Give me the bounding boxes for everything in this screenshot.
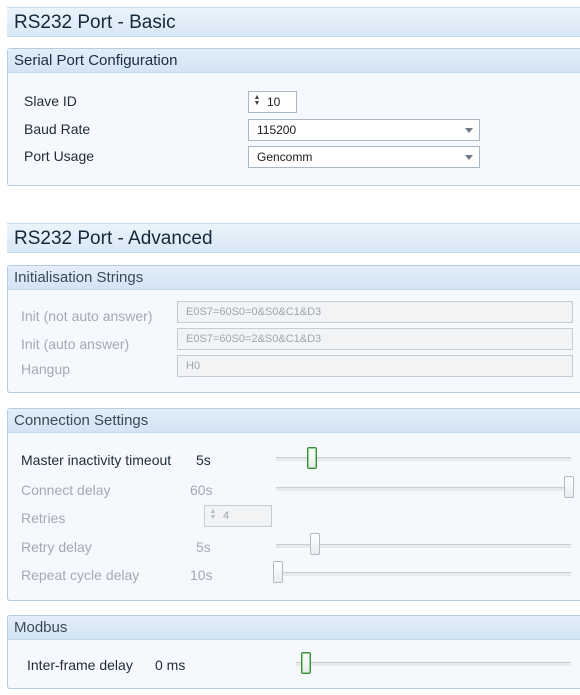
hangup-field[interactable]: H0 (177, 355, 573, 377)
repeat-cycle-delay-value: 10s (190, 567, 213, 583)
connect-delay-label: Connect delay (21, 482, 111, 498)
repeat-cycle-delay-track[interactable] (276, 572, 571, 577)
baud-rate-value: 115200 (257, 123, 297, 137)
section-title: Serial Port Configuration (8, 49, 580, 73)
inter-frame-delay-label: Inter-frame delay (27, 657, 133, 673)
slave-id-label: Slave ID (24, 93, 77, 109)
initialisation-strings-section: Initialisation Strings Init (not auto an… (7, 265, 580, 393)
master-inactivity-timeout-label: Master inactivity timeout (21, 452, 172, 468)
hangup-label: Hangup (21, 361, 71, 377)
spinner-arrows-icon[interactable]: ▲ ▼ (253, 94, 261, 107)
init-not-auto-answer-label: Init (not auto answer) (21, 308, 153, 324)
port-usage-value: Gencomm (257, 150, 313, 164)
section-title: Initialisation Strings (8, 266, 580, 290)
retries-stepper[interactable]: ▲ ▼ 4 (204, 505, 272, 527)
serial-port-configuration-section: Serial Port Configuration Slave ID ▲ ▼ 10… (7, 48, 580, 186)
chevron-down-icon[interactable] (465, 128, 473, 133)
chevron-down-icon[interactable] (465, 155, 473, 160)
basic-panel-title: RS232 Port - Basic (7, 7, 580, 37)
retries-value: 4 (223, 510, 230, 522)
advanced-panel-title: RS232 Port - Advanced (7, 223, 580, 253)
section-title: Modbus (8, 616, 580, 640)
baud-rate-label: Baud Rate (24, 121, 91, 137)
slave-id-stepper[interactable]: ▲ ▼ 10 (248, 91, 297, 113)
master-inactivity-timeout-slider[interactable] (307, 447, 318, 469)
init-auto-answer-field[interactable]: E0S7=60S0=2&S0&C1&D3 (177, 328, 573, 350)
modbus-section: Modbus Inter-frame delay 0 ms (7, 615, 580, 689)
inter-frame-delay-value: 0 ms (155, 657, 186, 673)
retry-delay-slider[interactable] (309, 533, 320, 555)
connection-settings-section: Connection Settings Master inactivity ti… (7, 408, 580, 601)
init-not-auto-answer-field[interactable]: E0S7=60S0=0&S0&C1&D3 (177, 301, 573, 323)
port-usage-dropdown[interactable]: Gencomm (248, 146, 480, 168)
connect-delay-slider[interactable] (564, 476, 574, 498)
repeat-cycle-delay-label: Repeat cycle delay (21, 567, 140, 583)
retry-delay-value: 5s (196, 539, 211, 555)
init-auto-answer-label: Init (auto answer) (21, 336, 130, 352)
repeat-cycle-delay-slider[interactable] (273, 561, 283, 583)
retry-delay-track[interactable] (276, 544, 571, 549)
connect-delay-value: 60s (190, 482, 213, 498)
master-inactivity-timeout-value: 5s (196, 452, 211, 468)
slave-id-value: 10 (267, 95, 281, 109)
inter-frame-delay-track[interactable] (296, 662, 571, 667)
connect-delay-track[interactable] (276, 487, 571, 492)
master-inactivity-timeout-track[interactable] (276, 457, 571, 462)
section-title: Connection Settings (8, 409, 580, 433)
retries-label: Retries (21, 510, 66, 526)
baud-rate-dropdown[interactable]: 115200 (248, 119, 480, 141)
port-usage-label: Port Usage (24, 148, 95, 164)
inter-frame-delay-slider[interactable] (301, 652, 311, 674)
retry-delay-label: Retry delay (21, 539, 92, 555)
spinner-arrows-icon[interactable]: ▲ ▼ (209, 508, 217, 521)
